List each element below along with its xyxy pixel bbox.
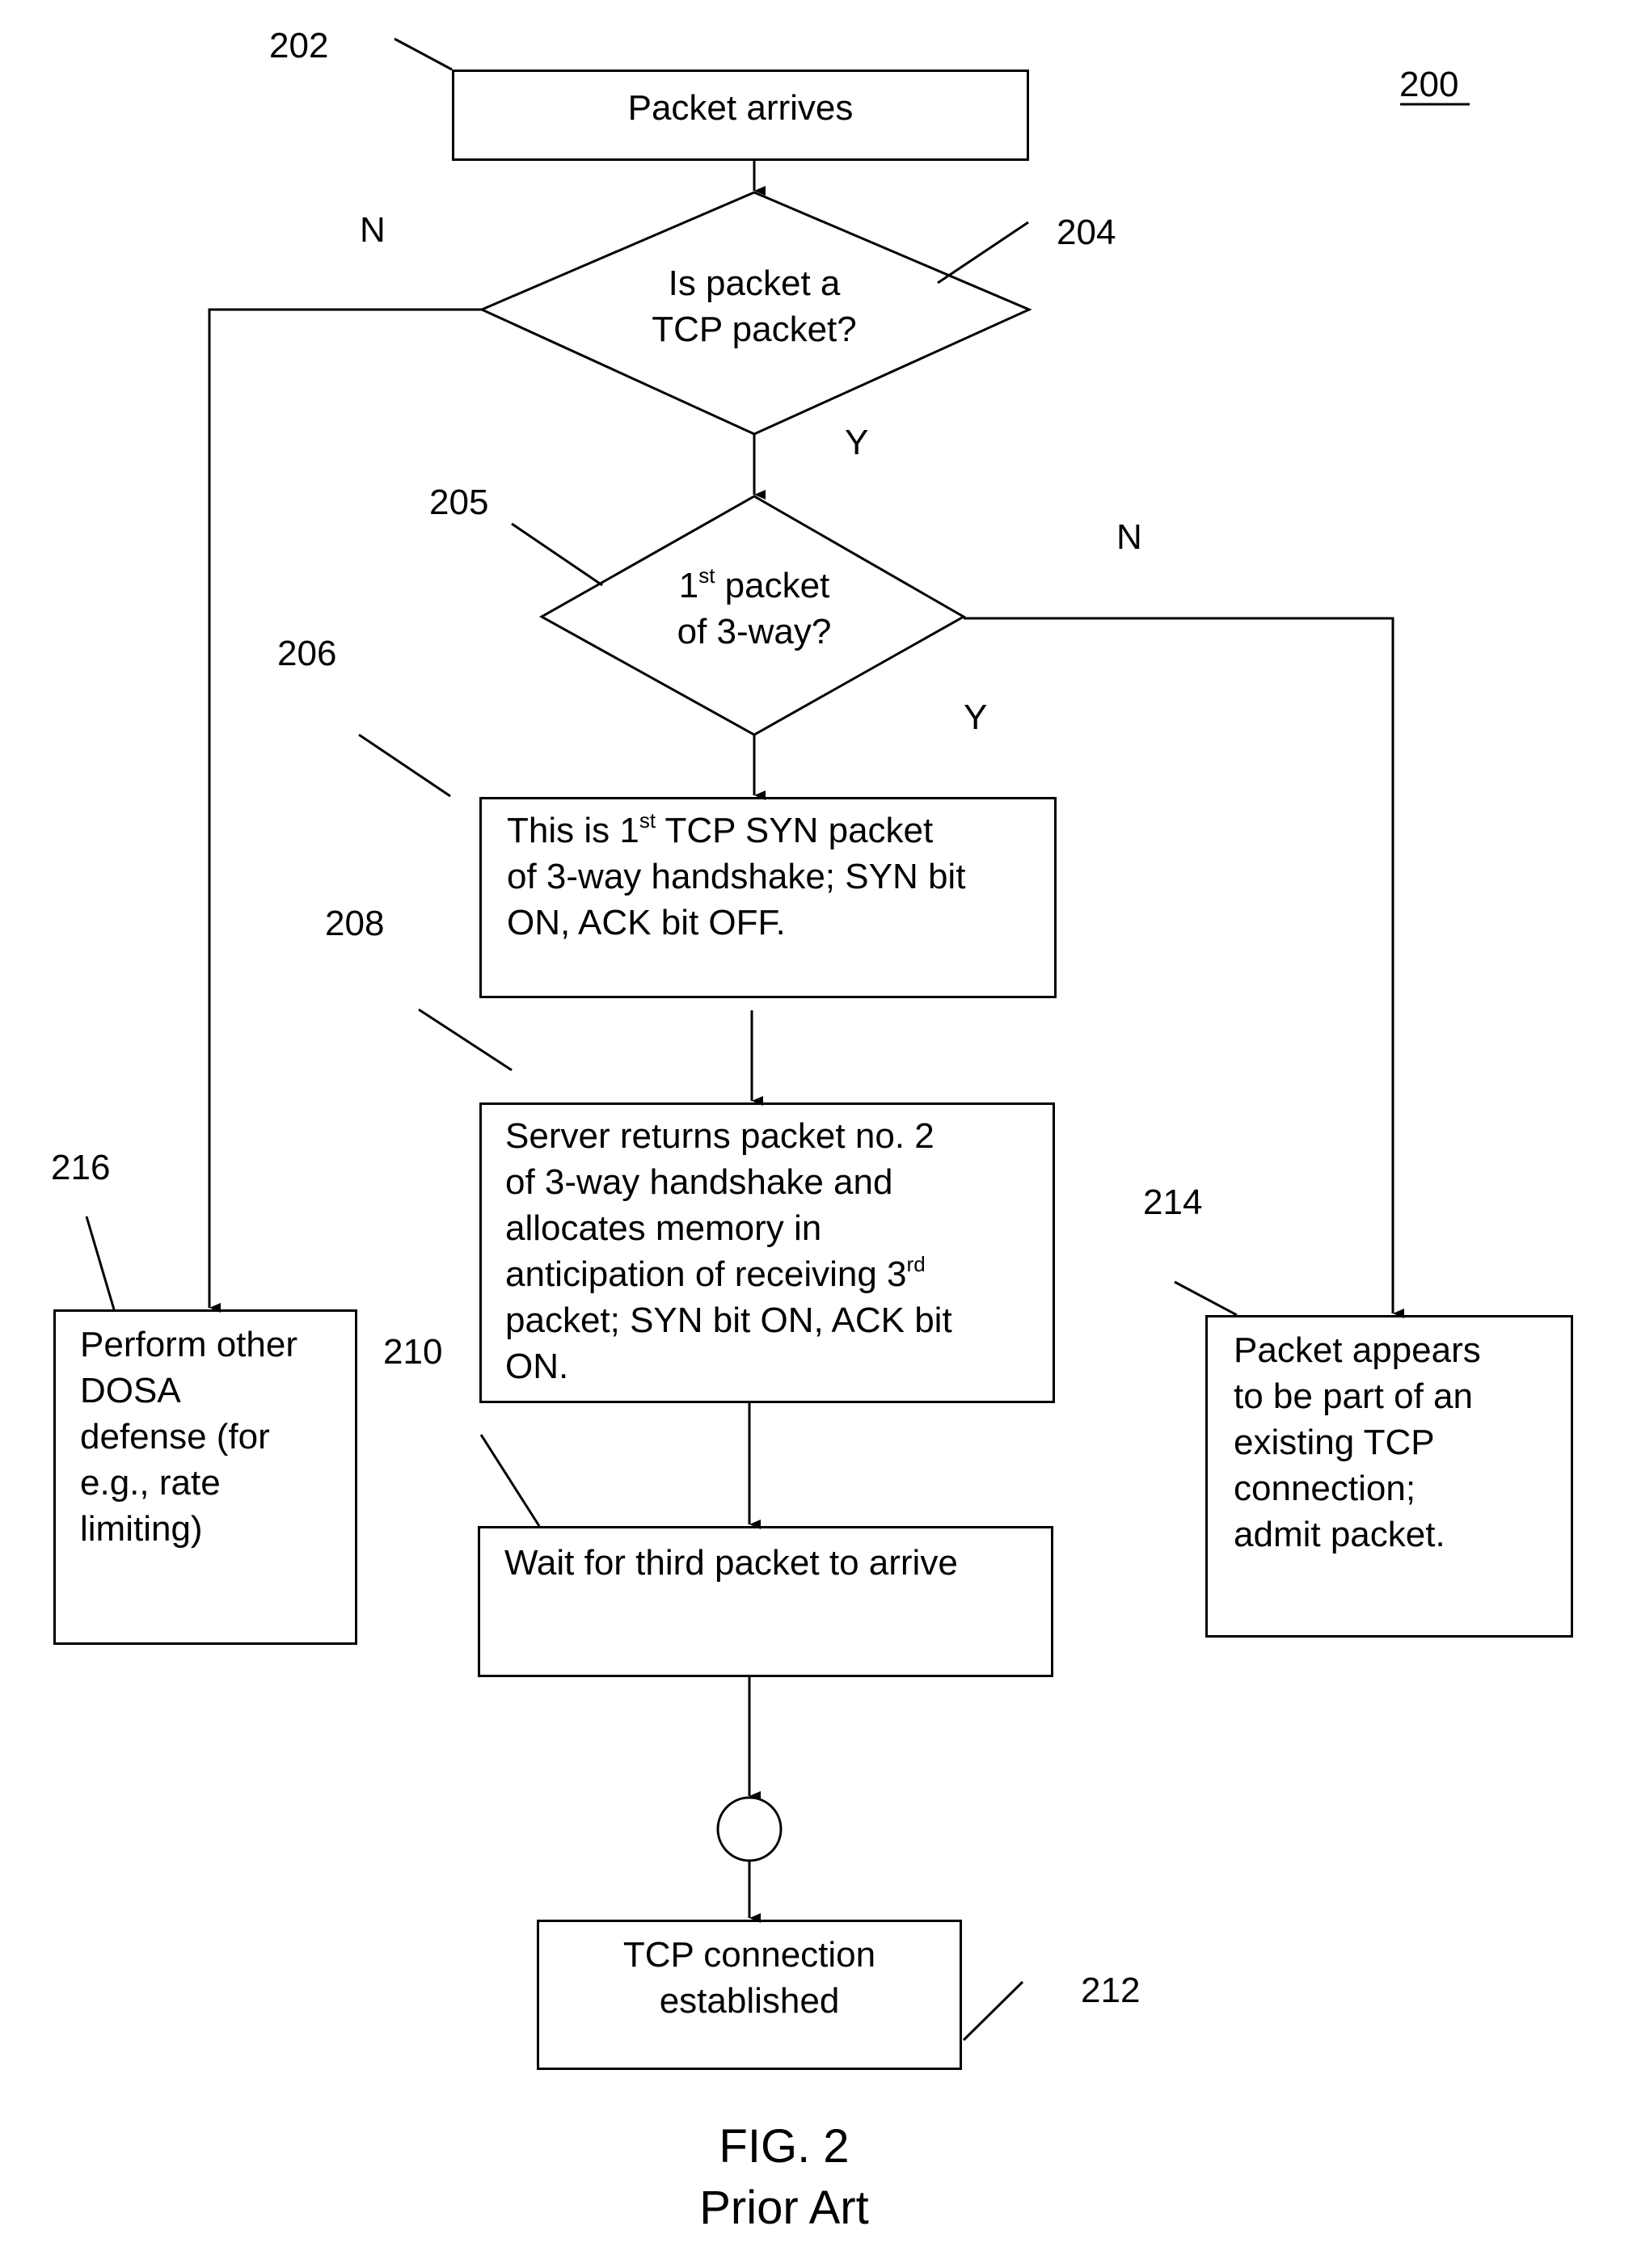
process-206-line3: ON, ACK bit OFF.: [507, 903, 786, 942]
edge-label-205-no: N: [1116, 517, 1142, 557]
process-210-text: Wait for third packet to arrive: [504, 1543, 958, 1583]
ref-214: 214: [1143, 1182, 1203, 1222]
process-214-line: connection;: [1234, 1469, 1416, 1508]
process-216-text: Perform other DOSA defense (for e.g., ra…: [80, 1322, 297, 1552]
process-216-line: e.g., rate: [80, 1463, 221, 1503]
terminal-212-line1: TCP connection: [622, 1935, 876, 1975]
leader-216: [85, 1216, 116, 1310]
arrow-204-no-to-216: [208, 308, 482, 1313]
process-216-line: DOSA: [80, 1371, 181, 1410]
process-206-text: This is 1st TCP SYN packet of 3-way hand…: [507, 807, 965, 946]
leader-208: [418, 1008, 513, 1072]
process-box-216: Perform other DOSA defense (for e.g., ra…: [53, 1309, 357, 1645]
process-214-line: existing TCP: [1234, 1423, 1435, 1462]
ref-202: 202: [269, 26, 329, 65]
decision-205-line1: 1st packet: [678, 563, 830, 605]
process-208-line1: Server returns packet no. 2: [505, 1116, 935, 1156]
figure-caption-subtitle: Prior Art: [699, 2182, 869, 2234]
process-208-text: Server returns packet no. 2 of 3-way han…: [505, 1113, 952, 1389]
process-208-line3: allocates memory in: [505, 1208, 822, 1248]
process-box-208: Server returns packet no. 2 of 3-way han…: [479, 1102, 1055, 1403]
ref-210: 210: [383, 1332, 443, 1372]
decision-204-line1: Is packet a: [668, 263, 841, 303]
figure-caption: FIG. 2 Prior Art: [0, 2116, 1568, 2239]
process-214-line: Packet appears: [1234, 1330, 1481, 1370]
process-214-line: admit packet.: [1234, 1515, 1445, 1554]
leader-205: [511, 522, 603, 587]
leader-206: [358, 733, 451, 798]
connector-circle: [716, 1796, 783, 1862]
ref-206: 206: [277, 634, 337, 673]
process-214-text: Packet appears to be part of an existing…: [1234, 1327, 1481, 1558]
ref-208: 208: [325, 904, 385, 943]
edge-label-204-no: N: [360, 210, 386, 250]
process-208-line5: packet; SYN bit ON, ACK bit: [505, 1301, 952, 1340]
process-box-206: This is 1st TCP SYN packet of 3-way hand…: [479, 797, 1057, 998]
leader-212: [962, 1980, 1024, 2042]
edge-label-204-yes: Y: [845, 423, 869, 462]
process-206-line2: of 3-way handshake; SYN bit: [507, 857, 966, 896]
process-214-line: to be part of an: [1234, 1376, 1473, 1416]
ref-205: 205: [429, 483, 489, 522]
leader-202: [394, 37, 453, 71]
figure-caption-title: FIG. 2: [719, 2120, 850, 2173]
decision-204-line2: TCP packet?: [652, 310, 857, 349]
decision-205-text: 1st packet of 3-way?: [593, 563, 916, 655]
process-208-line6: ON.: [505, 1347, 569, 1386]
figure-number: 200: [1399, 65, 1459, 104]
process-box-214: Packet appears to be part of an existing…: [1205, 1315, 1573, 1638]
process-202-text: Packet arrives: [627, 88, 854, 128]
process-box-202: Packet arrives: [452, 70, 1029, 161]
process-216-line: defense (for: [80, 1417, 270, 1456]
process-216-line: limiting): [80, 1509, 203, 1549]
process-216-line: Perform other: [80, 1325, 297, 1364]
terminal-box-212: TCP connection established: [537, 1920, 962, 2070]
ref-212: 212: [1081, 1971, 1141, 2010]
process-208-line2: of 3-way handshake and: [505, 1162, 893, 1202]
terminal-212-line2: established: [659, 1981, 840, 2021]
process-208-line4: anticipation of receiving 3rd: [505, 1252, 926, 1294]
ref-216: 216: [51, 1148, 111, 1187]
terminal-212-text: TCP connection established: [539, 1932, 960, 2024]
leader-204: [937, 221, 1029, 285]
process-box-210: Wait for third packet to arrive: [478, 1526, 1053, 1677]
edge-label-205-yes: Y: [964, 698, 988, 737]
decision-205-line2: of 3-way?: [677, 612, 832, 651]
leader-210: [479, 1434, 541, 1527]
decision-204-text: Is packet a TCP packet?: [593, 260, 916, 352]
process-206-line1: This is 1st TCP SYN packet: [507, 808, 934, 850]
leader-214: [1174, 1280, 1238, 1317]
ref-204: 204: [1057, 213, 1116, 252]
